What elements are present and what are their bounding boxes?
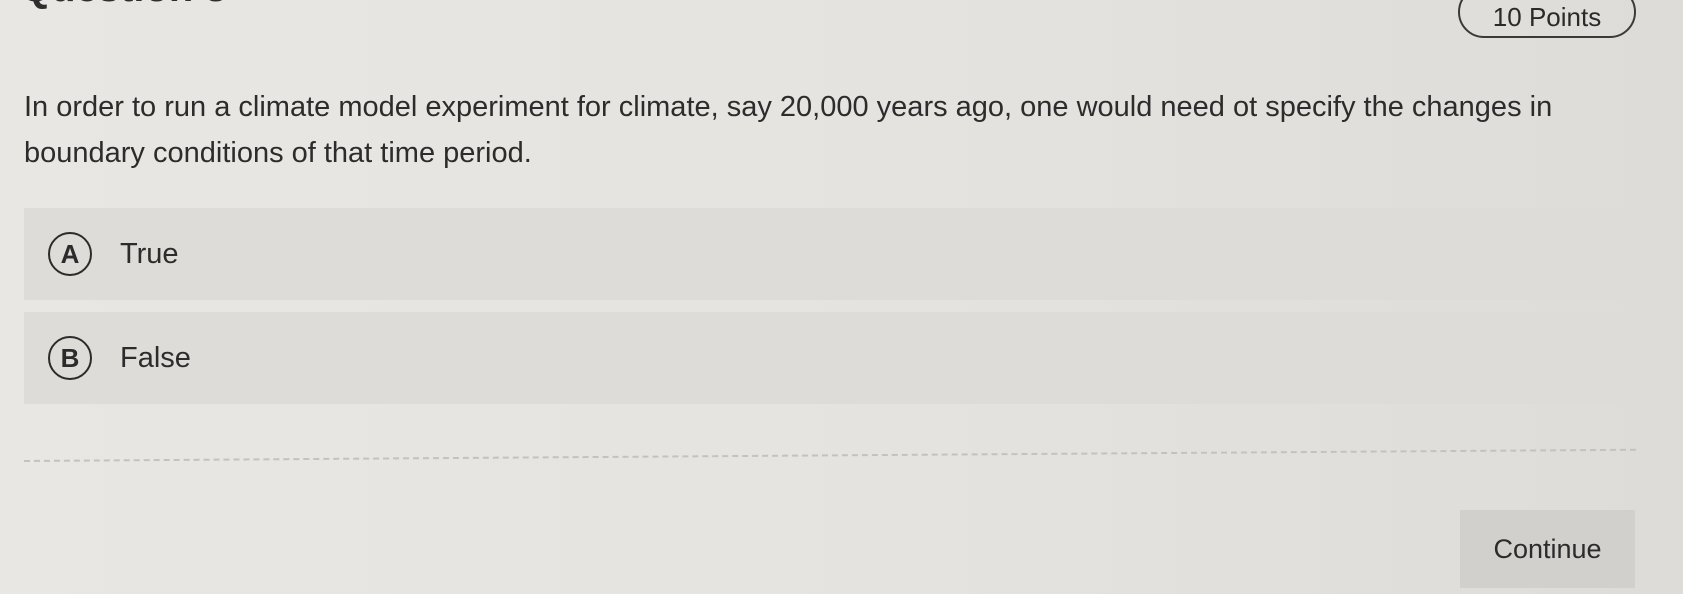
section-divider [23, 448, 1636, 462]
option-letter-a: A [48, 232, 92, 276]
answer-options: A True B False [24, 208, 1636, 416]
option-true[interactable]: A True [24, 208, 1636, 300]
option-label-true: True [120, 237, 179, 270]
points-badge: 10 Points [1458, 0, 1636, 38]
continue-button[interactable]: Continue [1460, 510, 1635, 588]
question-title: Question 8 [20, 0, 227, 11]
question-text: In order to run a climate model experime… [24, 91, 1553, 169]
option-label-false: False [120, 341, 191, 374]
option-false[interactable]: B False [24, 312, 1636, 404]
quiz-page: Question 8 10 Points In order to run a c… [0, 0, 1683, 594]
option-letter-b: B [48, 336, 92, 380]
